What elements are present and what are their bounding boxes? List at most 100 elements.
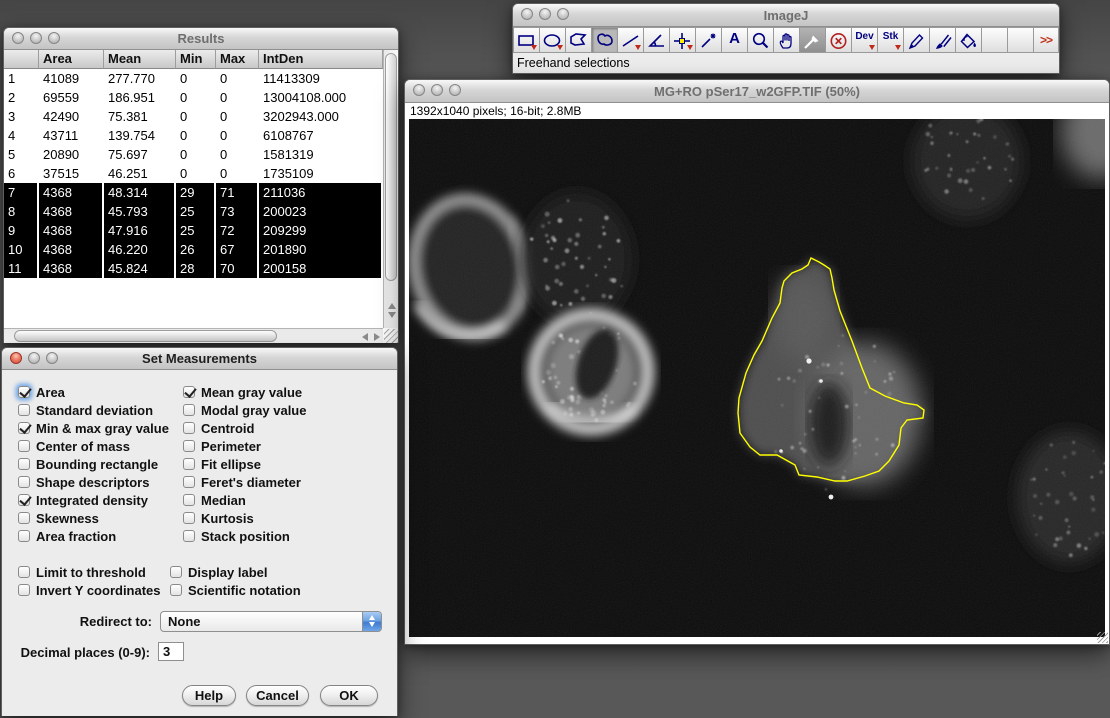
tool-point-button[interactable]: [669, 27, 695, 53]
checkbox-fit-ellipse[interactable]: [183, 458, 195, 470]
table-cell: 0: [176, 107, 216, 126]
checkbox-skewness[interactable]: [18, 512, 30, 524]
minimize-button[interactable]: [539, 8, 551, 20]
checkbox-scientific-notation[interactable]: [170, 584, 182, 596]
zoom-button[interactable]: [449, 84, 461, 96]
checkbox-centroid[interactable]: [183, 422, 195, 434]
results-titlebar[interactable]: Results: [4, 28, 398, 50]
table-cell: 2: [4, 88, 39, 107]
scroll-right-icon[interactable]: [374, 333, 384, 341]
set-measurements-titlebar[interactable]: Set Measurements: [2, 348, 397, 370]
table-row[interactable]: 63751546.251001735109: [4, 164, 398, 183]
minimize-button[interactable]: [28, 352, 40, 364]
image-canvas[interactable]: [409, 119, 1105, 637]
scroll-down-icon[interactable]: [388, 312, 396, 318]
scroll-up-icon[interactable]: [388, 303, 396, 309]
checkbox-invert-y-coordinates[interactable]: [18, 584, 30, 596]
column-header[interactable]: Area: [39, 50, 104, 69]
minimize-button[interactable]: [431, 84, 443, 96]
help-button[interactable]: Help: [182, 685, 236, 706]
scroll-left-icon[interactable]: [358, 333, 368, 341]
decimal-places-input[interactable]: [158, 642, 184, 661]
tool-wand-button[interactable]: [695, 27, 721, 53]
tool-stk-button[interactable]: Stk: [877, 27, 903, 53]
resize-grip[interactable]: [1097, 632, 1108, 643]
tool-hand-button[interactable]: [773, 27, 799, 53]
checkbox-modal-gray-value[interactable]: [183, 404, 195, 416]
table-row[interactable]: 52089075.697001581319: [4, 145, 398, 164]
checkbox-perimeter[interactable]: [183, 440, 195, 452]
zoom-button[interactable]: [48, 32, 60, 44]
vertical-scrollbar[interactable]: [383, 50, 398, 328]
column-header[interactable]: Mean: [104, 50, 176, 69]
table-cell: 3: [4, 107, 39, 126]
checkbox-min-max-gray-value[interactable]: [18, 422, 30, 434]
column-header[interactable]: [4, 50, 39, 69]
tool-pencil-button[interactable]: [903, 27, 929, 53]
column-header[interactable]: Max: [216, 50, 259, 69]
checkbox-median[interactable]: [183, 494, 195, 506]
tool-brush-button[interactable]: [929, 27, 955, 53]
resize-grip[interactable]: [384, 329, 398, 343]
tool-command-x-button[interactable]: [825, 27, 851, 53]
checkbox-feret-s-diameter[interactable]: [183, 476, 195, 488]
table-row[interactable]: 141089277.7700011413309: [4, 69, 398, 88]
more-icon: >>: [1034, 33, 1058, 47]
table-row[interactable]: 34249075.381003202943.000: [4, 107, 398, 126]
tool-oval-button[interactable]: [539, 27, 565, 53]
checkbox-shape-descriptors[interactable]: [18, 476, 30, 488]
close-button[interactable]: [521, 8, 533, 20]
table-row[interactable]: 9436847.9162572209299: [4, 221, 398, 240]
table-row[interactable]: 11436845.8242870200158: [4, 259, 398, 278]
checkbox-row: Invert Y coordinates: [18, 581, 178, 599]
horizontal-scrollbar[interactable]: [4, 328, 383, 343]
table-row[interactable]: 10436846.2202667201890: [4, 240, 398, 259]
table-row[interactable]: 443711139.754006108767: [4, 126, 398, 145]
redirect-to-dropdown[interactable]: None: [160, 611, 382, 632]
checkbox-standard-deviation[interactable]: [18, 404, 30, 416]
checkbox-area[interactable]: [18, 386, 30, 398]
tool-more-button[interactable]: >>: [1033, 27, 1059, 53]
checkbox-mean-gray-value[interactable]: [183, 386, 195, 398]
results-table-body: 141089277.7700011413309269559186.9510013…: [4, 69, 398, 278]
tool-zoom-button[interactable]: [747, 27, 773, 53]
image-titlebar[interactable]: MG+RO pSer17_w2GFP.TIF (50%): [405, 80, 1109, 103]
checkbox-center-of-mass[interactable]: [18, 440, 30, 452]
close-button[interactable]: [12, 32, 24, 44]
cancel-button[interactable]: Cancel: [246, 685, 309, 706]
checkbox-integrated-density[interactable]: [18, 494, 30, 506]
table-row[interactable]: 7436848.3142971211036: [4, 183, 398, 202]
close-button[interactable]: [413, 84, 425, 96]
close-button[interactable]: [10, 352, 22, 364]
checkbox-display-label[interactable]: [170, 566, 182, 578]
imagej-titlebar[interactable]: ImageJ: [513, 4, 1059, 27]
horizontal-scrollbar-thumb[interactable]: [14, 330, 277, 342]
table-row[interactable]: 8436845.7932573200023: [4, 202, 398, 221]
ok-button[interactable]: OK: [320, 685, 378, 706]
tool-rectangle-button[interactable]: [513, 27, 539, 53]
checkbox-area-fraction[interactable]: [18, 530, 30, 542]
vertical-scrollbar-thumb[interactable]: [385, 53, 397, 281]
column-header[interactable]: Min: [176, 50, 216, 69]
tool-fill-button[interactable]: [955, 27, 981, 53]
checkbox-limit-to-threshold[interactable]: [18, 566, 30, 578]
column-header[interactable]: IntDen: [259, 50, 383, 69]
table-cell: 211036: [259, 183, 383, 202]
checkbox-kurtosis[interactable]: [183, 512, 195, 524]
zoom-button[interactable]: [46, 352, 58, 364]
checkbox-bounding-rectangle[interactable]: [18, 458, 30, 470]
tool-text-button[interactable]: A: [721, 27, 747, 53]
zoom-button[interactable]: [557, 8, 569, 20]
checkbox-stack-position[interactable]: [183, 530, 195, 542]
table-row[interactable]: 269559186.9510013004108.000: [4, 88, 398, 107]
tool-angle-button[interactable]: [643, 27, 669, 53]
tool-freehand-button[interactable]: [591, 27, 617, 53]
tool-line-button[interactable]: [617, 27, 643, 53]
minimize-button[interactable]: [30, 32, 42, 44]
tool-polygon-button[interactable]: [565, 27, 591, 53]
tool-dropper-button[interactable]: [799, 27, 825, 53]
tool-dev-button[interactable]: Dev: [851, 27, 877, 53]
table-cell: 46.220: [104, 240, 176, 259]
table-cell: 45.824: [104, 259, 176, 278]
table-cell: 3202943.000: [259, 107, 383, 126]
